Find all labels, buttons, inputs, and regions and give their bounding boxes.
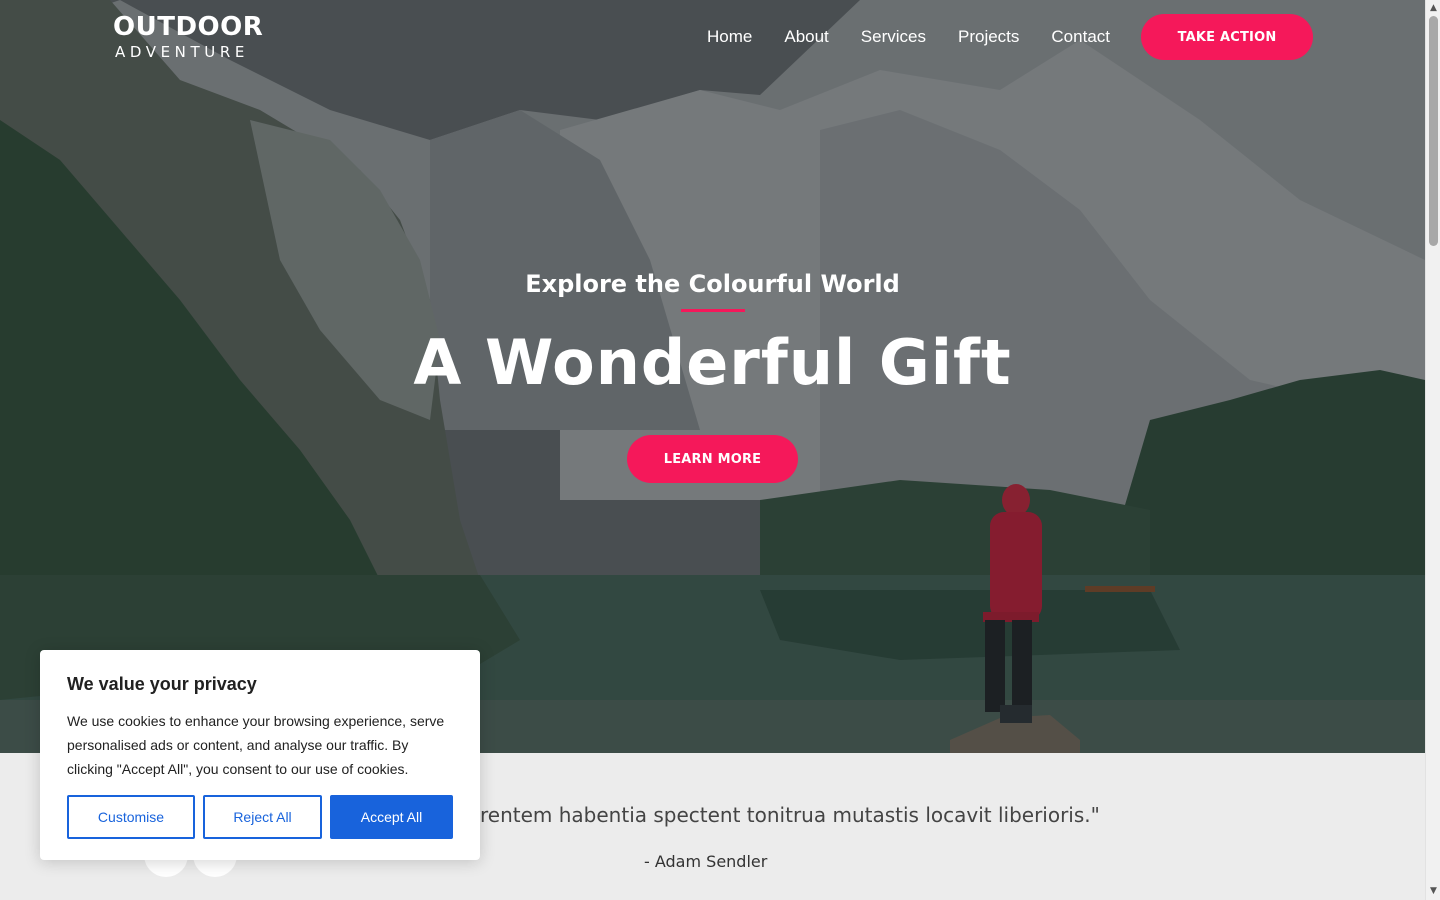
logo-main-text: OUTDOOR [113,12,264,42]
learn-more-button[interactable]: LEARN MORE [627,435,798,483]
page-scrollbar[interactable]: ▲ ▼ [1425,0,1440,900]
customise-button[interactable]: Customise [67,795,195,839]
hero-divider [681,309,745,312]
accept-all-button[interactable]: Accept All [330,795,453,839]
testimonial-author: - Adam Sendler [644,852,768,871]
nav-contact[interactable]: Contact [1051,26,1110,48]
scroll-up-icon[interactable]: ▲ [1429,4,1438,13]
nav-services[interactable]: Services [861,26,926,48]
cookie-text: We use cookies to enhance your browsing … [67,713,445,777]
nav-projects[interactable]: Projects [958,26,1019,48]
site-logo[interactable]: OUTDOOR ADVENTURE [113,14,263,62]
cookie-consent-banner: We value your privacy We use cookies to … [40,650,480,860]
nav-home[interactable]: Home [707,26,752,48]
scroll-down-icon[interactable]: ▼ [1429,887,1438,896]
hero-subtitle: Explore the Colourful World [525,270,900,298]
cookie-title: We value your privacy [67,674,257,694]
nav-about[interactable]: About [784,26,828,48]
main-nav: Home About Services Projects Contact [707,26,1110,48]
testimonial-quote: rentem habentia spectent tonitrua mutast… [480,803,1100,827]
take-action-button[interactable]: TAKE ACTION [1141,14,1313,60]
reject-all-button[interactable]: Reject All [203,795,322,839]
hero-title: A Wonderful Gift [413,326,1012,399]
scrollbar-thumb[interactable] [1429,16,1438,246]
cookie-buttons: Customise Reject All Accept All [67,795,453,839]
logo-sub-text: ADVENTURE [115,43,249,61]
